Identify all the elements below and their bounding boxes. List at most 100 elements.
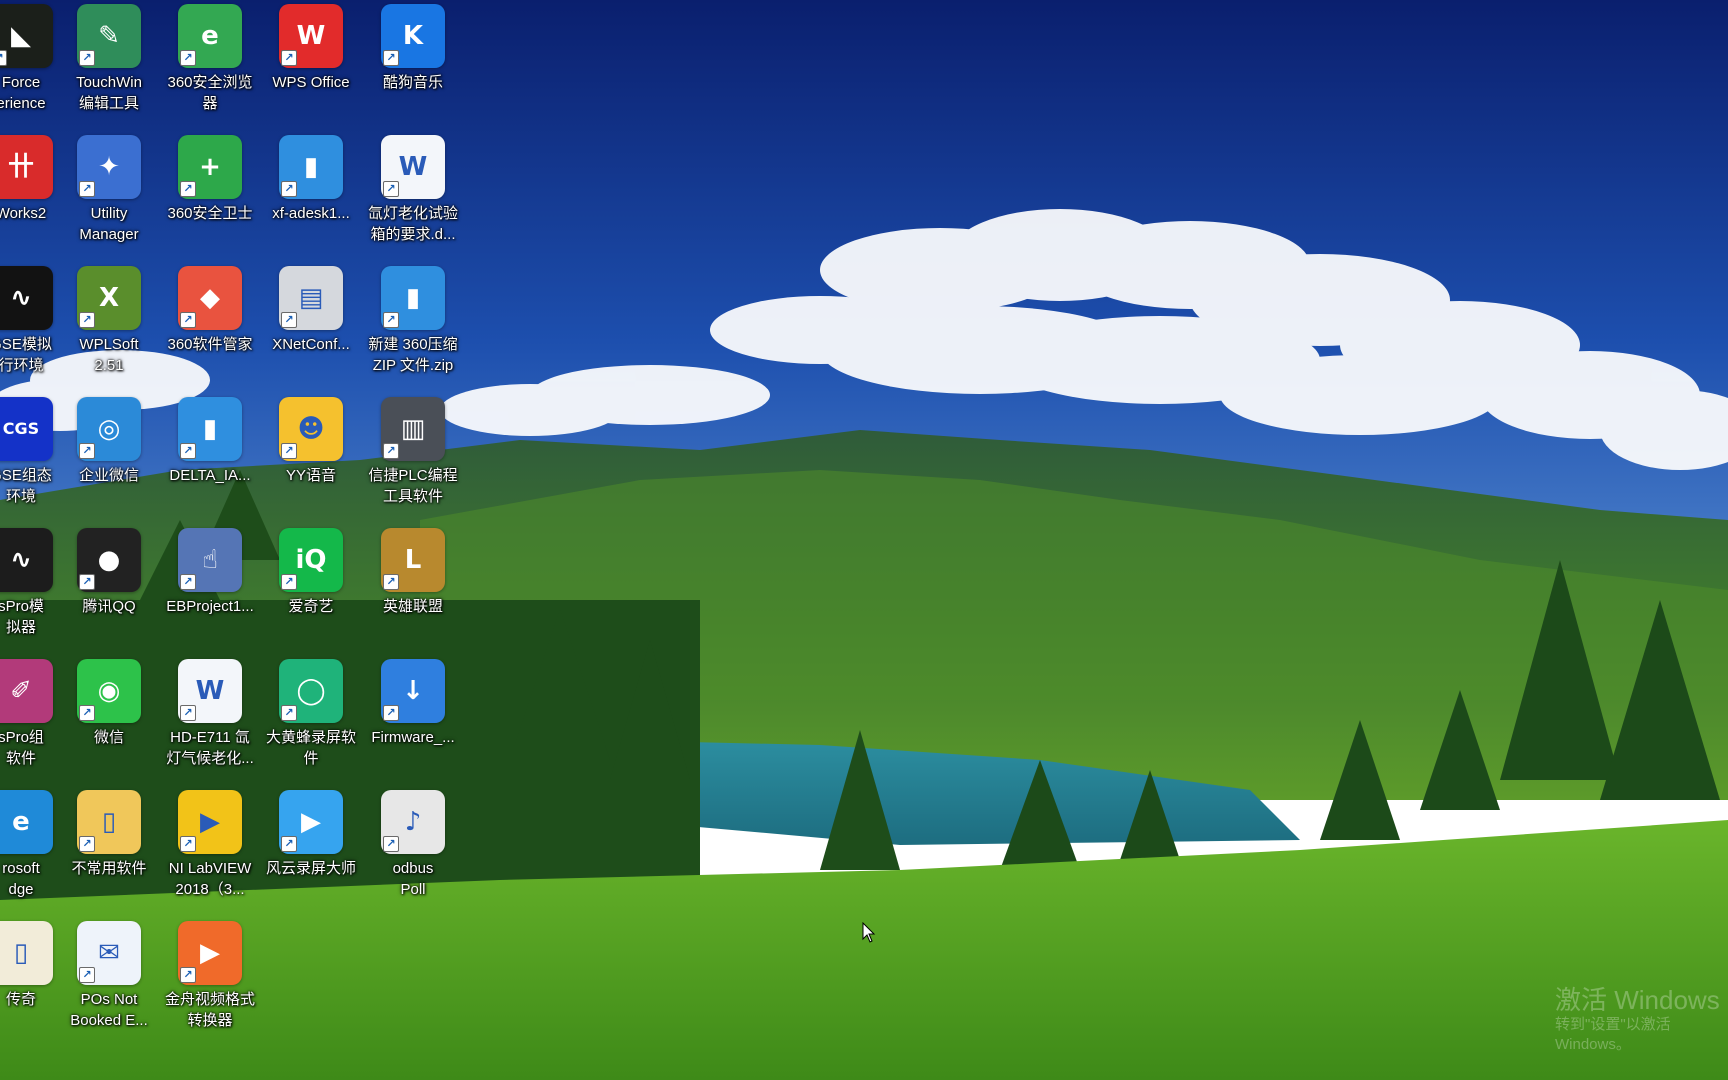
shortcut-arrow-icon: ↗ bbox=[79, 836, 95, 852]
shortcut-arrow-icon: ↗ bbox=[281, 705, 297, 721]
desktop-icon[interactable]: W ↗ HD-E711 氙 灯气候老化... bbox=[159, 659, 261, 769]
desktop-icon[interactable]: ▶ ↗ 风云录屏大师 bbox=[260, 790, 362, 879]
wechat-icon: ◉ ↗ bbox=[77, 659, 141, 723]
desktop-icon[interactable]: ▤ ↗ XNetConf... bbox=[260, 266, 362, 355]
desktop-icon-label: 企业微信 bbox=[78, 467, 139, 484]
desktop-icon[interactable]: W ↗ WPS Office bbox=[260, 4, 362, 93]
gse-config-icon: CGS bbox=[0, 397, 53, 461]
desktop-icon[interactable]: ● ↗ 腾讯QQ bbox=[58, 528, 160, 617]
desktop-icon[interactable]: ✦ ↗ Utility Manager bbox=[58, 135, 160, 245]
shortcut-arrow-icon: ↗ bbox=[383, 836, 399, 852]
desktop-icon-label: 风云录屏大师 bbox=[265, 860, 356, 877]
word-document-icon: W ↗ bbox=[381, 135, 445, 199]
icon-glyph: ♪ bbox=[404, 807, 422, 837]
gse-simulator-icon: ∿ bbox=[0, 266, 53, 330]
desktop-icon[interactable]: e ↗ 360安全浏览 器 bbox=[159, 4, 261, 114]
desktop-icon[interactable]: ☝ ↗ EBProject1... bbox=[159, 528, 261, 617]
360-security-icon: + ↗ bbox=[178, 135, 242, 199]
geforce-experience-icon: ◣↗ bbox=[0, 4, 53, 68]
icon-glyph: L bbox=[404, 545, 422, 575]
icon-glyph: ✎ bbox=[98, 21, 120, 51]
desktop-icon[interactable]: ♪ ↗ odbus Poll bbox=[362, 790, 464, 900]
bumblebee-recorder-icon: ◯ ↗ bbox=[279, 659, 343, 723]
desktop-icon[interactable]: ✉ ↗ POs Not Booked E... bbox=[58, 921, 160, 1031]
desktop-icon-label: TouchWin 编辑工具 bbox=[76, 74, 142, 112]
desktop-icon[interactable]: ◯ ↗ 大黄蜂录屏软 件 bbox=[260, 659, 362, 769]
shortcut-arrow-icon: ↗ bbox=[180, 50, 196, 66]
desktop-icon[interactable]: ◉ ↗ 微信 bbox=[58, 659, 160, 748]
shortcut-arrow-icon: ↗ bbox=[281, 443, 297, 459]
desktop-icon[interactable]: ☻ ↗ YY语音 bbox=[260, 397, 362, 486]
desktop-icon-label: 信捷PLC编程 工具软件 bbox=[368, 467, 458, 505]
icon-glyph: ✦ bbox=[98, 152, 120, 182]
desktop-icon[interactable]: iQ ↗ 爱奇艺 bbox=[260, 528, 362, 617]
shortcut-arrow-icon: ↗ bbox=[79, 181, 95, 197]
desktop-icon-label: 氙灯老化试验 箱的要求.d... bbox=[367, 205, 458, 243]
kugou-music-icon: K ↗ bbox=[381, 4, 445, 68]
desktop-icon[interactable]: ▯ ↗ 不常用软件 bbox=[58, 790, 160, 879]
desktop[interactable]: ◣↗Force erience✎↗TouchWin 编辑工具e↗360安全浏览 … bbox=[0, 0, 1728, 1080]
desktop-icon-label: xf-adesk1... bbox=[272, 205, 350, 222]
wplsoft-icon: X ↗ bbox=[77, 266, 141, 330]
icon-glyph: ✐ bbox=[10, 676, 32, 706]
desktop-icon[interactable]: ▶ ↗ 金舟视频格式 转换器 bbox=[159, 921, 261, 1031]
desktop-icon[interactable]: L ↗ 英雄联盟 bbox=[362, 528, 464, 617]
desktop-icon-label: odbus Poll bbox=[392, 860, 434, 898]
icon-glyph: ∿ bbox=[10, 283, 32, 313]
desktop-icon-label: 微信 bbox=[93, 729, 124, 746]
icon-glyph: ☝ bbox=[202, 545, 218, 575]
icon-glyph: e bbox=[12, 807, 30, 837]
shortcut-arrow-icon: ↗ bbox=[180, 181, 196, 197]
desktop-icon[interactable]: ▮ ↗ 新建 360压缩 ZIP 文件.zip bbox=[362, 266, 464, 376]
shortcut-arrow-icon: ↗ bbox=[281, 181, 297, 197]
icon-glyph: CGS bbox=[2, 419, 40, 438]
shortcut-arrow-icon: ↗ bbox=[383, 574, 399, 590]
modbus-poll-icon: ♪ ↗ bbox=[381, 790, 445, 854]
desktop-icon-label: WPS Office bbox=[272, 74, 350, 91]
yy-voice-icon: ☻ ↗ bbox=[279, 397, 343, 461]
icon-glyph: ▶ bbox=[200, 938, 220, 968]
desktop-icon[interactable]: ▶ ↗ NI LabVIEW 2018（3... bbox=[159, 790, 261, 900]
icon-glyph: ☻ bbox=[297, 414, 325, 444]
shortcut-arrow-icon: ↗ bbox=[383, 312, 399, 328]
wps-office-icon: W ↗ bbox=[279, 4, 343, 68]
watermark-title: 激活 Windows bbox=[1555, 985, 1720, 1015]
desktop-icon[interactable]: ▮ ↗ xf-adesk1... bbox=[260, 135, 362, 224]
desktop-icon[interactable]: ◆ ↗ 360软件管家 bbox=[159, 266, 261, 355]
mouse-pointer-icon bbox=[862, 922, 876, 943]
desktop-icon[interactable]: ▮ ↗ DELTA_IA... bbox=[159, 397, 261, 486]
desktop-icon[interactable]: X ↗ WPLSoft 2.51 bbox=[58, 266, 160, 376]
desktop-icon[interactable]: ◎ ↗ 企业微信 bbox=[58, 397, 160, 486]
icon-glyph: ↓ bbox=[402, 676, 424, 706]
desktop-icon[interactable]: ✎ ↗ TouchWin 编辑工具 bbox=[58, 4, 160, 114]
shortcut-arrow-icon: ↗ bbox=[79, 312, 95, 328]
shortcut-arrow-icon: ↗ bbox=[383, 50, 399, 66]
desktop-icon[interactable]: ▥ ↗ 信捷PLC编程 工具软件 bbox=[362, 397, 464, 507]
desktop-icon-label: 腾讯QQ bbox=[82, 598, 136, 615]
video-converter-icon: ▶ ↗ bbox=[178, 921, 242, 985]
icon-glyph: ▶ bbox=[301, 807, 321, 837]
desktop-icon-label: 新建 360压缩 ZIP 文件.zip bbox=[368, 336, 458, 374]
shortcut-arrow-icon: ↗ bbox=[79, 574, 95, 590]
desktop-icon[interactable]: W ↗ 氙灯老化试验 箱的要求.d... bbox=[362, 135, 464, 245]
icon-glyph: 卄 bbox=[7, 152, 34, 182]
desktop-icon[interactable]: K ↗ 酷狗音乐 bbox=[362, 4, 464, 93]
icon-glyph: W bbox=[195, 676, 225, 706]
shortcut-arrow-icon: ↗ bbox=[281, 312, 297, 328]
shortcut-arrow-icon: ↗ bbox=[180, 574, 196, 590]
shortcut-arrow-icon: ↗ bbox=[383, 705, 399, 721]
icon-glyph: ◣ bbox=[11, 21, 31, 51]
icon-glyph: ◎ bbox=[97, 414, 121, 444]
icon-glyph: ◯ bbox=[296, 676, 326, 706]
desktop-icon[interactable]: + ↗ 360安全卫士 bbox=[159, 135, 261, 224]
desktop-icon-label: HD-E711 氙 灯气候老化... bbox=[166, 729, 254, 767]
icon-glyph: ▯ bbox=[101, 807, 117, 837]
desktop-icon-label: 360安全浏览 器 bbox=[167, 74, 253, 112]
desktop-icon[interactable]: ↓ ↗ Firmware_... bbox=[362, 659, 464, 748]
icon-glyph: ● bbox=[97, 545, 121, 575]
desktop-icon-label: DELTA_IA... bbox=[169, 467, 251, 484]
league-of-legends-icon: L ↗ bbox=[381, 528, 445, 592]
icon-glyph: ▮ bbox=[405, 283, 421, 313]
desktop-icon-label: 英雄联盟 bbox=[382, 598, 443, 615]
ebproject-icon: ☝ ↗ bbox=[178, 528, 242, 592]
